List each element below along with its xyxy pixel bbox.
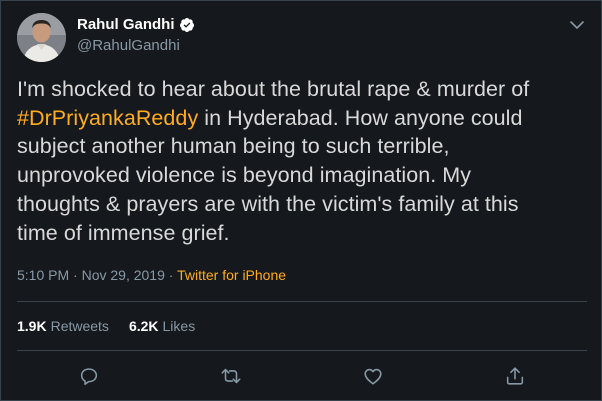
tweet-line-text: in Hyderabad. How anyone could — [198, 105, 523, 130]
meta-separator: · — [164, 267, 178, 283]
profile-photo-icon — [17, 13, 66, 62]
meta-separator: · — [69, 267, 82, 283]
avatar[interactable] — [17, 13, 66, 62]
share-icon[interactable] — [504, 365, 526, 387]
tweet-line: #DrPriyankaReddy in Hyderabad. How anyon… — [17, 104, 589, 133]
tweet-line: thoughts & prayers are with the victim's… — [17, 191, 519, 216]
author-name-row: Rahul Gandhi — [77, 16, 195, 33]
verified-badge-icon — [179, 17, 195, 33]
divider — [17, 350, 587, 351]
likes-count: 6.2K — [128, 318, 159, 334]
tweet-card: Rahul Gandhi @RahulGandhi I'm shocked to… — [0, 0, 602, 401]
like-icon[interactable] — [362, 365, 384, 387]
tweet-date[interactable]: Nov 29, 2019 — [82, 267, 165, 283]
tweet-source-link[interactable]: Twitter for iPhone — [177, 267, 286, 283]
author-handle[interactable]: @RahulGandhi — [77, 37, 180, 54]
tweet-line: subject another human being to such terr… — [17, 134, 450, 159]
tweet-line: time of immense grief. — [17, 220, 230, 245]
likes-label: Likes — [162, 318, 196, 334]
tweet-stats: 1.9K Retweets 6.2K Likes — [17, 318, 195, 334]
tweet-text: I'm shocked to hear about the brutal rap… — [17, 75, 589, 247]
tweet-line: I'm shocked to hear about the brutal rap… — [17, 77, 530, 101]
reply-icon[interactable] — [78, 365, 100, 387]
retweets-label: Retweets — [50, 318, 109, 334]
author-name[interactable]: Rahul Gandhi — [77, 16, 175, 33]
chevron-down-icon[interactable] — [569, 18, 585, 30]
retweets-stat[interactable]: 1.9K Retweets — [17, 318, 109, 334]
tweet-line: unprovoked violence is beyond imaginatio… — [17, 163, 472, 188]
divider — [17, 301, 587, 302]
tweet-time[interactable]: 5:10 PM — [17, 267, 69, 283]
hashtag-link[interactable]: #DrPriyankaReddy — [17, 106, 198, 130]
likes-stat[interactable]: 6.2K Likes — [129, 318, 195, 334]
retweet-icon[interactable] — [220, 365, 242, 387]
retweets-count: 1.9K — [17, 318, 47, 334]
tweet-meta: 5:10 PM · Nov 29, 2019 · Twitter for iPh… — [17, 267, 286, 283]
action-bar — [1, 361, 602, 391]
